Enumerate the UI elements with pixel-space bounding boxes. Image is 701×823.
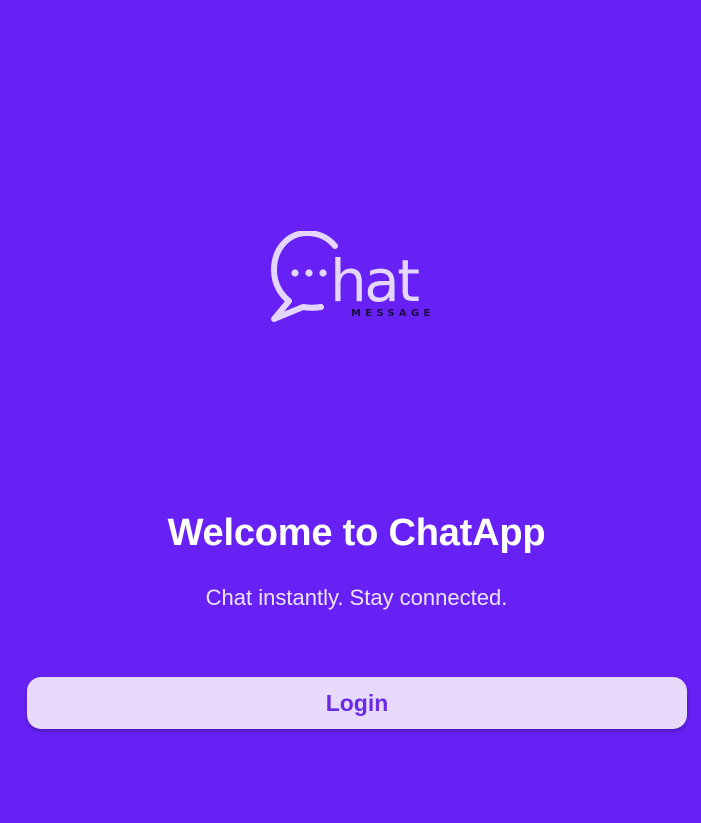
- logo-tagline: MESSAGE: [351, 308, 435, 319]
- chat-bubble-icon: [271, 231, 338, 322]
- welcome-subtitle: Chat instantly. Stay connected.: [205, 585, 508, 610]
- welcome-title: Welcome to ChatApp: [167, 512, 546, 554]
- logo-word: hat: [330, 247, 419, 315]
- login-button[interactable]: Login: [27, 677, 687, 729]
- chat-message-logo: hat MESSAGE: [271, 231, 447, 323]
